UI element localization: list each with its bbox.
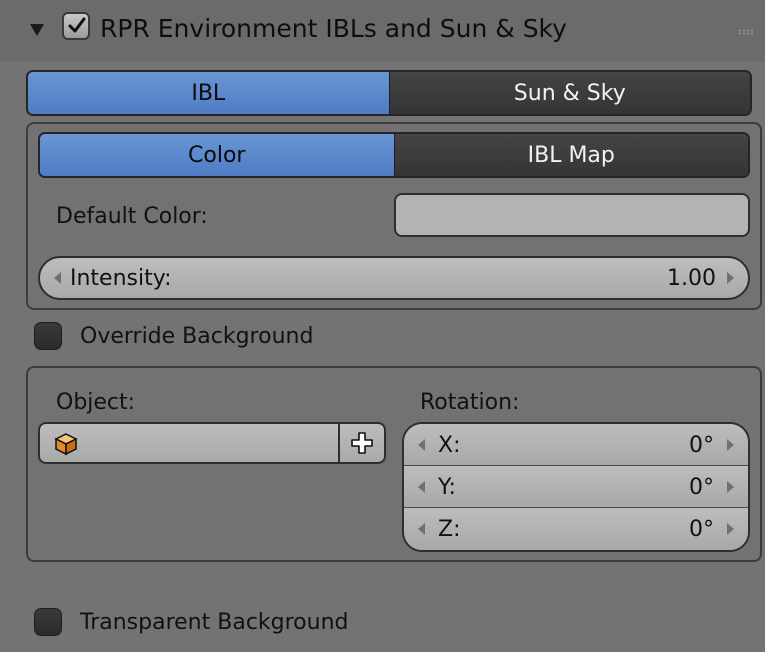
override-background-row[interactable]: Override Background: [34, 322, 313, 350]
transparent-background-row[interactable]: Transparent Background: [34, 608, 349, 636]
panel-title: RPR Environment IBLs and Sun & Sky: [100, 14, 567, 43]
rotation-x-label: X:: [438, 433, 461, 458]
rotation-fields: X: 0° Y: 0° Z: 0°: [402, 422, 750, 552]
intensity-slider[interactable]: Intensity: 1.00: [38, 256, 750, 300]
rotation-y-field[interactable]: Y: 0°: [404, 466, 748, 508]
intensity-label: Intensity:: [70, 266, 172, 291]
mode-tabs: IBL Sun & Sky: [26, 70, 752, 116]
increment-arrow-icon[interactable]: [727, 272, 734, 284]
plus-icon: [351, 432, 373, 454]
add-object-button[interactable]: [338, 424, 384, 462]
transparent-background-checkbox[interactable]: [34, 608, 62, 636]
ibl-source-tabs: Color IBL Map: [38, 132, 750, 178]
rotation-x-value: 0°: [689, 433, 714, 458]
default-color-label: Default Color:: [56, 204, 208, 229]
triangle-down-icon[interactable]: [30, 24, 44, 36]
override-background-checkbox[interactable]: [34, 322, 62, 350]
decrement-arrow-icon[interactable]: [418, 523, 425, 535]
decrement-arrow-icon[interactable]: [54, 272, 61, 284]
rotation-z-value: 0°: [689, 517, 714, 542]
object-cube-icon: [54, 433, 78, 456]
panel-header[interactable]: RPR Environment IBLs and Sun & Sky: [0, 0, 765, 62]
object-field[interactable]: [38, 422, 386, 464]
rotation-y-value: 0°: [689, 475, 714, 500]
increment-arrow-icon[interactable]: [727, 439, 734, 451]
rotation-x-field[interactable]: X: 0°: [404, 424, 748, 466]
checkmark-icon: [68, 17, 86, 33]
default-color-swatch[interactable]: [394, 193, 750, 237]
rotation-z-field[interactable]: Z: 0°: [404, 508, 748, 550]
override-background-label: Override Background: [80, 323, 314, 349]
increment-arrow-icon[interactable]: [727, 481, 734, 493]
rpr-environment-panel: RPR Environment IBLs and Sun & Sky IBL S…: [0, 0, 765, 652]
transparent-background-label: Transparent Background: [80, 609, 349, 635]
enable-checkbox[interactable]: [62, 12, 90, 40]
rotation-label: Rotation:: [420, 390, 520, 415]
increment-arrow-icon[interactable]: [727, 523, 734, 535]
rotation-y-label: Y:: [438, 475, 456, 500]
decrement-arrow-icon[interactable]: [418, 439, 425, 451]
tab-ibl[interactable]: IBL: [28, 72, 390, 114]
object-label: Object:: [56, 390, 136, 415]
grip-icon[interactable]: [738, 29, 754, 35]
intensity-value: 1.00: [667, 266, 716, 291]
rotation-z-label: Z:: [438, 517, 461, 542]
tab-sun-sky[interactable]: Sun & Sky: [389, 72, 750, 114]
tab-ibl-map[interactable]: IBL Map: [394, 134, 748, 176]
tab-color[interactable]: Color: [40, 134, 395, 176]
decrement-arrow-icon[interactable]: [418, 481, 425, 493]
